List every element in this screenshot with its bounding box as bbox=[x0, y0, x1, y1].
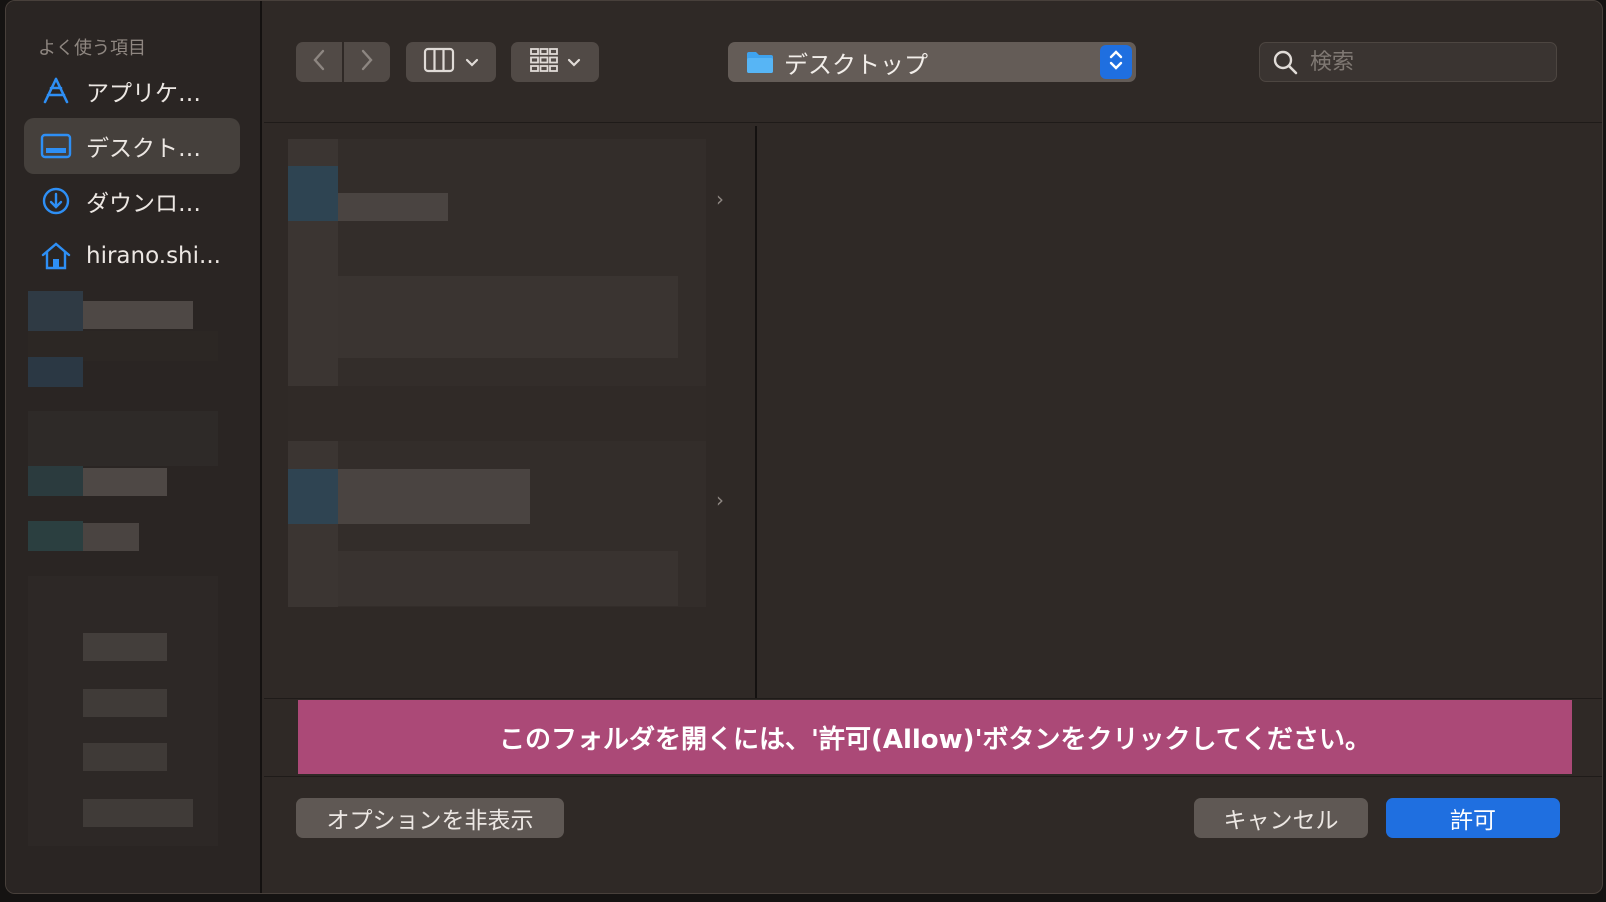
sidebar-item-home[interactable]: hirano.shi... bbox=[24, 228, 240, 284]
applications-icon bbox=[40, 75, 72, 107]
downloads-icon bbox=[40, 185, 72, 217]
chevron-right-icon: › bbox=[716, 187, 724, 211]
desktop-icon bbox=[40, 130, 72, 162]
file-dialog-window: よく使う項目 アプリケ… デスクト… ダウンロ… hirano.shi... デ… bbox=[5, 0, 1603, 894]
location-label: デスクトップ bbox=[784, 50, 928, 79]
sidebar-item-desktop[interactable]: デスクト… bbox=[24, 118, 240, 174]
column-divider[interactable] bbox=[755, 126, 757, 698]
sidebar-item-applications[interactable]: アプリケ… bbox=[24, 63, 240, 119]
location-stepper[interactable] bbox=[1100, 45, 1132, 79]
forward-button[interactable] bbox=[344, 42, 390, 82]
hide-options-button[interactable]: オプションを非表示 bbox=[296, 798, 564, 838]
sidebar: よく使う項目 アプリケ… デスクト… ダウンロ… hirano.shi... bbox=[6, 1, 262, 893]
search-icon bbox=[1272, 49, 1298, 75]
chevron-down-icon bbox=[567, 53, 581, 72]
column-view-icon bbox=[423, 47, 455, 77]
sidebar-item-downloads[interactable]: ダウンロ… bbox=[24, 173, 240, 229]
search-input[interactable] bbox=[1308, 48, 1532, 76]
chevron-left-icon bbox=[312, 49, 326, 75]
allow-button[interactable]: 許可 bbox=[1386, 798, 1560, 838]
chevron-right-icon: › bbox=[716, 488, 724, 512]
sidebar-item-label: hirano.shi... bbox=[86, 243, 221, 269]
group-mode-button[interactable] bbox=[511, 42, 599, 82]
sidebar-item-label: デスクト… bbox=[86, 136, 201, 162]
allow-instruction-banner: このフォルダを開くには、'許可(Allow)'ボタンをクリックしてください。 bbox=[298, 700, 1572, 774]
footer-divider bbox=[264, 776, 1602, 777]
back-button[interactable] bbox=[296, 42, 342, 82]
chevron-down-icon bbox=[465, 53, 479, 72]
location-popup[interactable]: デスクトップ bbox=[728, 42, 1136, 82]
sidebar-item-label: ダウンロ… bbox=[86, 191, 201, 217]
toolbar-divider bbox=[264, 122, 1602, 123]
content-divider bbox=[264, 698, 1602, 699]
up-down-chevron-icon bbox=[1108, 48, 1124, 76]
sidebar-heading: よく使う項目 bbox=[38, 38, 146, 59]
folder-icon bbox=[746, 50, 774, 74]
grid-view-icon bbox=[529, 47, 559, 77]
sidebar-item-label: アプリケ… bbox=[86, 81, 201, 107]
cancel-button[interactable]: キャンセル bbox=[1194, 798, 1368, 838]
view-mode-button[interactable] bbox=[406, 42, 496, 82]
search-field[interactable] bbox=[1259, 42, 1557, 82]
home-icon bbox=[40, 240, 72, 272]
chevron-right-icon bbox=[360, 49, 374, 75]
